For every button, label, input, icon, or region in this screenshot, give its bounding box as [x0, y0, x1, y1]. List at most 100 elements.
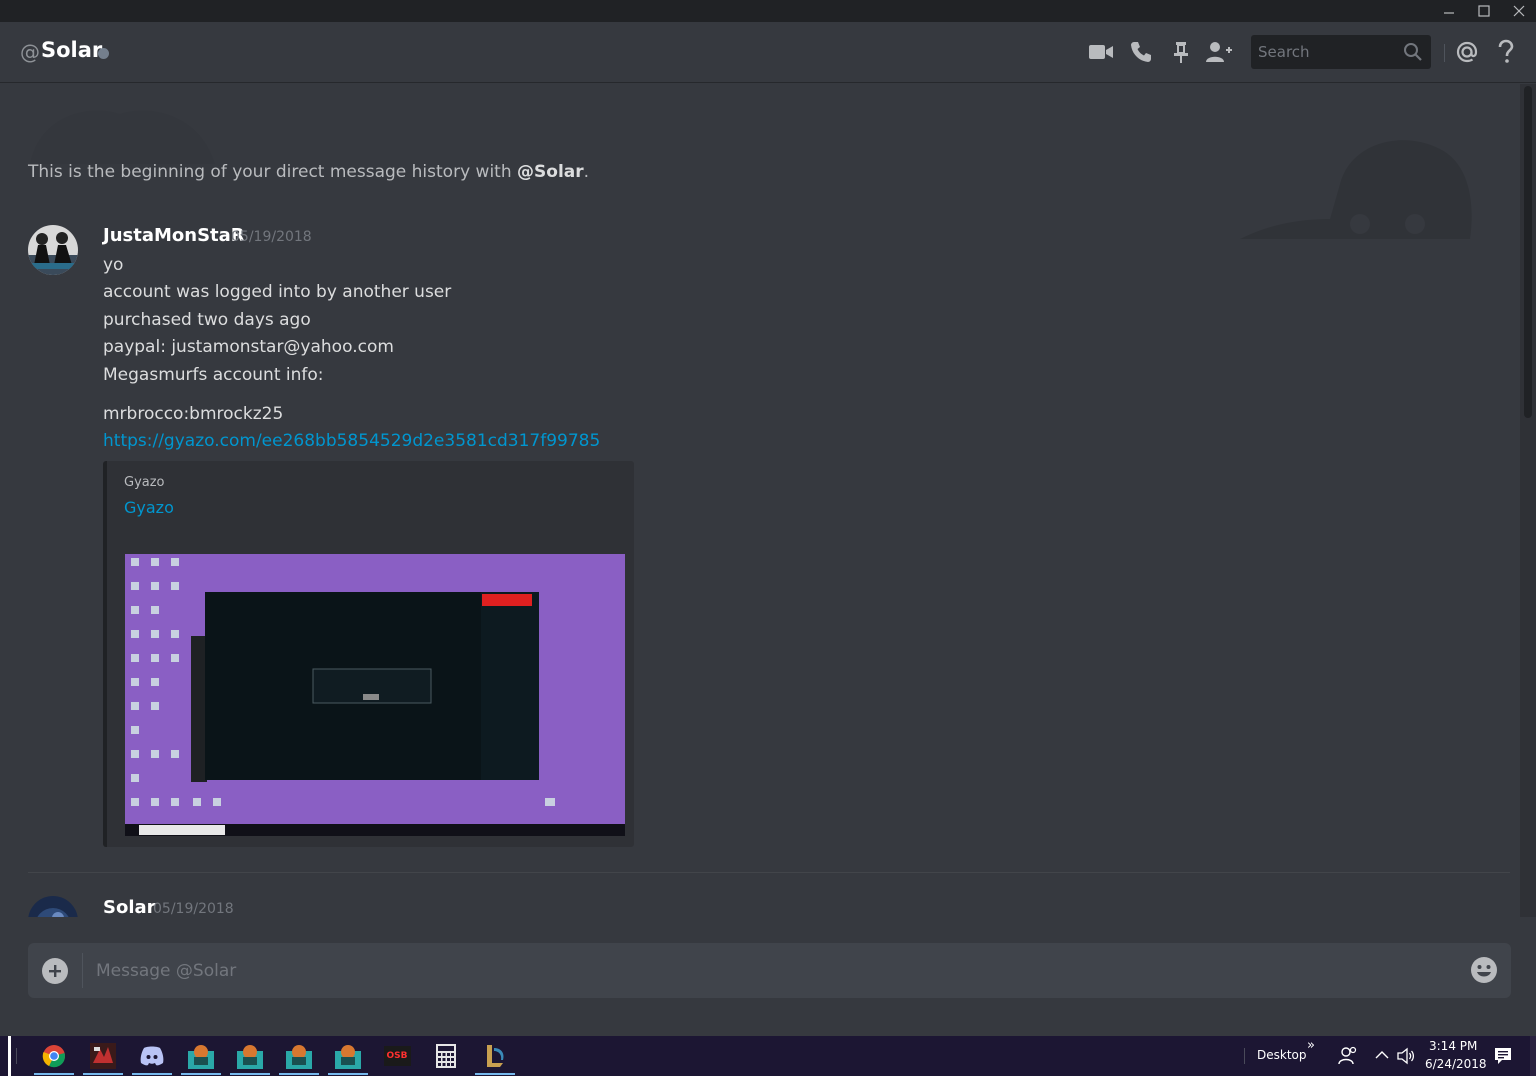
- app-taskbar-button[interactable]: [275, 1037, 323, 1075]
- message-line: paypal: justamonstar@yahoo.com: [103, 337, 394, 357]
- character-app-icon: [237, 1045, 263, 1069]
- active-indicator: [132, 1073, 172, 1075]
- app-taskbar-button[interactable]: [226, 1037, 274, 1075]
- active-indicator: [34, 1073, 74, 1075]
- desktop-toolbar-label[interactable]: Desktop: [1257, 1048, 1307, 1062]
- message-timestamp: 05/19/2018: [153, 901, 234, 917]
- message-line: yo: [103, 255, 124, 275]
- message-author[interactable]: JustaMonStaR: [103, 225, 245, 246]
- discord-icon: [140, 1046, 164, 1066]
- osb-taskbar-button[interactable]: OSB: [373, 1037, 421, 1075]
- message-line: purchased two days ago: [103, 310, 311, 330]
- taskbar-separator: [16, 1048, 17, 1064]
- toolbar-expand-chevron[interactable]: »: [1307, 1038, 1315, 1053]
- discord-taskbar-button[interactable]: [128, 1037, 176, 1075]
- maximize-icon: [1478, 5, 1490, 17]
- message-composer: [28, 943, 1511, 998]
- pinned-messages-button[interactable]: [1167, 38, 1195, 66]
- embed-title[interactable]: Gyazo: [124, 498, 174, 517]
- message-scrollbar[interactable]: [1520, 84, 1536, 917]
- add-friend-button[interactable]: [1205, 38, 1233, 66]
- status-indicator: [98, 48, 109, 59]
- osb-icon: OSB: [383, 1046, 411, 1066]
- action-center-icon[interactable]: [1494, 1047, 1512, 1065]
- message-line: account was logged into by another user: [103, 282, 452, 302]
- link-embed: Gyazo Gyazo: [103, 461, 634, 847]
- windows-taskbar: OSB Desktop » 3:14 PM 6/24/2018: [0, 1036, 1536, 1076]
- calculator-taskbar-button[interactable]: [422, 1037, 470, 1075]
- video-call-button[interactable]: [1087, 38, 1115, 66]
- header-divider: [1444, 44, 1445, 62]
- game-app-icon: [90, 1043, 116, 1069]
- mentions-button[interactable]: [1453, 38, 1481, 66]
- dm-history-intro: This is the beginning of your direct mes…: [28, 162, 589, 182]
- avatar-image-icon: [28, 225, 78, 275]
- minimize-icon: [1444, 12, 1454, 14]
- message-timestamp: 05/19/2018: [231, 229, 312, 245]
- active-indicator: [475, 1073, 515, 1075]
- close-button[interactable]: [1502, 0, 1536, 22]
- channel-name: Solar: [41, 38, 103, 62]
- pin-icon: [1174, 42, 1188, 63]
- avatar[interactable]: [28, 896, 78, 917]
- at-symbol: @: [20, 40, 40, 64]
- message-line: mrbrocco:bmrockz25: [103, 404, 284, 424]
- search-box[interactable]: [1251, 35, 1431, 69]
- app-taskbar-button[interactable]: [324, 1037, 372, 1075]
- clock-time[interactable]: 3:14 PM: [1429, 1039, 1477, 1053]
- help-button[interactable]: [1492, 38, 1520, 66]
- at-icon: [1456, 41, 1478, 63]
- intro-mention: @Solar: [517, 162, 584, 182]
- screenshot-thumbnail-icon: [125, 554, 625, 836]
- composer-divider: [82, 953, 83, 988]
- message-author[interactable]: Solar: [103, 897, 156, 917]
- chevron-up-icon[interactable]: [1375, 1050, 1389, 1060]
- add-user-icon: [1206, 42, 1232, 62]
- league-of-legends-icon: [487, 1045, 504, 1067]
- active-indicator: [279, 1073, 319, 1075]
- message-line: Megasmurfs account info:: [103, 365, 324, 385]
- maximize-button[interactable]: [1467, 0, 1501, 22]
- voice-call-button[interactable]: [1127, 38, 1155, 66]
- taskbar-separator: [1244, 1048, 1245, 1064]
- emoji-icon[interactable]: [1470, 956, 1498, 984]
- chrome-taskbar-button[interactable]: [30, 1037, 78, 1075]
- upload-button[interactable]: [42, 958, 68, 984]
- scrollbar-thumb[interactable]: [1524, 86, 1532, 418]
- volume-icon[interactable]: [1396, 1046, 1416, 1066]
- chrome-icon: [42, 1045, 65, 1068]
- active-indicator: [181, 1073, 221, 1075]
- taskbar-edge: [8, 1036, 11, 1076]
- league-taskbar-button[interactable]: [471, 1037, 519, 1075]
- embed-image[interactable]: [125, 554, 625, 836]
- active-indicator: [328, 1073, 368, 1075]
- video-camera-icon: [1089, 45, 1113, 59]
- embed-provider[interactable]: Gyazo: [124, 475, 165, 490]
- message-input[interactable]: [84, 943, 1444, 998]
- character-app-icon: [188, 1045, 214, 1069]
- search-input[interactable]: [1251, 35, 1399, 69]
- discord-mascot-watermark-icon: [1240, 140, 1472, 239]
- clock-date[interactable]: 6/24/2018: [1425, 1057, 1487, 1071]
- channel-header: @ Solar: [0, 22, 1536, 83]
- people-icon[interactable]: [1338, 1046, 1358, 1066]
- window-titlebar: [0, 0, 1536, 22]
- avatar[interactable]: [28, 225, 78, 275]
- character-app-icon: [286, 1045, 312, 1069]
- search-icon: [1404, 43, 1422, 61]
- show-desktop-button[interactable]: [1530, 1036, 1536, 1076]
- active-indicator: [83, 1073, 123, 1075]
- question-icon: [1498, 39, 1514, 63]
- message-link[interactable]: https://gyazo.com/ee268bb5854529d2e3581c…: [103, 431, 600, 451]
- close-icon: [1513, 5, 1525, 17]
- phone-icon: [1131, 42, 1151, 62]
- calculator-icon: [436, 1044, 456, 1068]
- plus-icon: [49, 965, 61, 977]
- intro-suffix: .: [583, 162, 590, 182]
- active-indicator: [230, 1073, 270, 1075]
- avatar-image-icon: [28, 896, 78, 917]
- message-list[interactable]: This is the beginning of your direct mes…: [0, 84, 1520, 917]
- game-taskbar-button[interactable]: [79, 1037, 127, 1075]
- minimize-button[interactable]: [1432, 0, 1466, 22]
- app-taskbar-button[interactable]: [177, 1037, 225, 1075]
